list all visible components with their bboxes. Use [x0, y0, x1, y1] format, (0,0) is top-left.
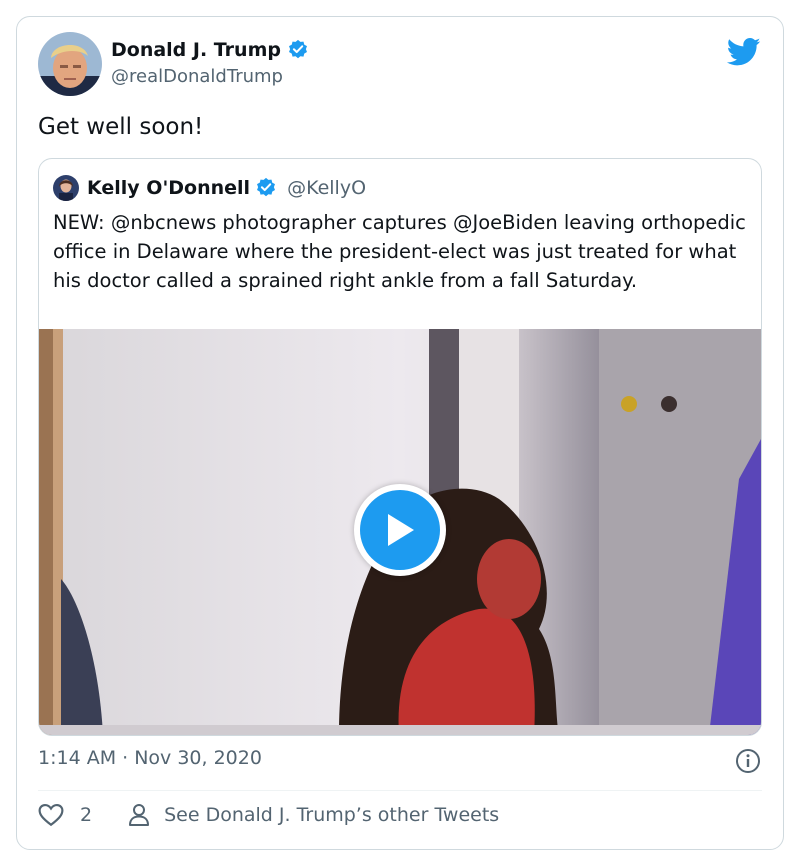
- tweet-text: Get well soon!: [38, 114, 204, 140]
- info-icon[interactable]: [735, 748, 761, 774]
- person-icon: [129, 804, 150, 826]
- play-icon: [388, 514, 414, 546]
- author-name-row[interactable]: Donald J. Trump: [111, 39, 309, 61]
- tweet-timestamp[interactable]: 1:14 AM · Nov 30, 2020: [38, 747, 262, 769]
- embedded-tweet-card[interactable]: Donald J. Trump @realDonaldTrump Get wel…: [16, 16, 784, 850]
- heart-icon: [38, 803, 64, 827]
- author-name[interactable]: Donald J. Trump: [111, 39, 281, 61]
- quoted-tweet[interactable]: Kelly O'Donnell @KellyO NEW: @nbcnews ph…: [38, 158, 762, 736]
- like-button[interactable]: 2: [38, 803, 92, 827]
- author-handle[interactable]: @realDonaldTrump: [111, 66, 283, 87]
- author-avatar[interactable]: [38, 32, 102, 96]
- like-count: 2: [80, 804, 93, 826]
- video-thumbnail[interactable]: [39, 329, 761, 735]
- verified-badge-icon: [255, 177, 277, 199]
- play-button[interactable]: [354, 484, 446, 576]
- divider: [38, 790, 762, 791]
- see-other-tweets-label[interactable]: See Donald J. Trump’s other Tweets: [164, 804, 499, 826]
- tweet-actions: 2 See Donald J. Trump’s other Tweets: [38, 803, 499, 827]
- verified-badge-icon: [287, 39, 309, 61]
- quoted-tweet-text: NEW: @nbcnews photographer captures @Joe…: [53, 211, 746, 292]
- see-other-tweets-link[interactable]: See Donald J. Trump’s other Tweets: [128, 803, 499, 827]
- twitter-bird-icon[interactable]: [726, 37, 761, 67]
- quoted-tweet-header: Kelly O'Donnell @KellyO: [53, 175, 366, 201]
- quoted-author-avatar[interactable]: [53, 175, 79, 201]
- quoted-author-name[interactable]: Kelly O'Donnell: [87, 177, 250, 199]
- quoted-author-handle[interactable]: @KellyO: [287, 177, 366, 199]
